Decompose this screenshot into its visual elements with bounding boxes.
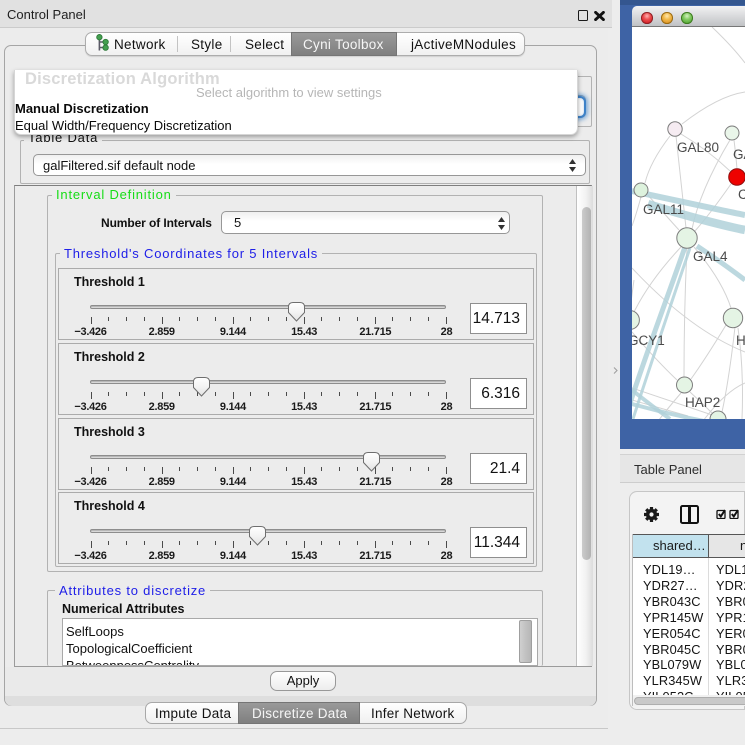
svg-text:GAL80: GAL80 [677,140,719,155]
svg-text:GA: GA [733,147,745,162]
svg-text:HAP2: HAP2 [685,395,720,410]
svg-text:GAL4: GAL4 [693,249,728,264]
svg-text:GCY1: GCY1 [632,333,665,348]
svg-text:H: H [736,333,745,348]
svg-text:GAL11: GAL11 [643,202,684,217]
svg-text:C: C [738,187,745,202]
